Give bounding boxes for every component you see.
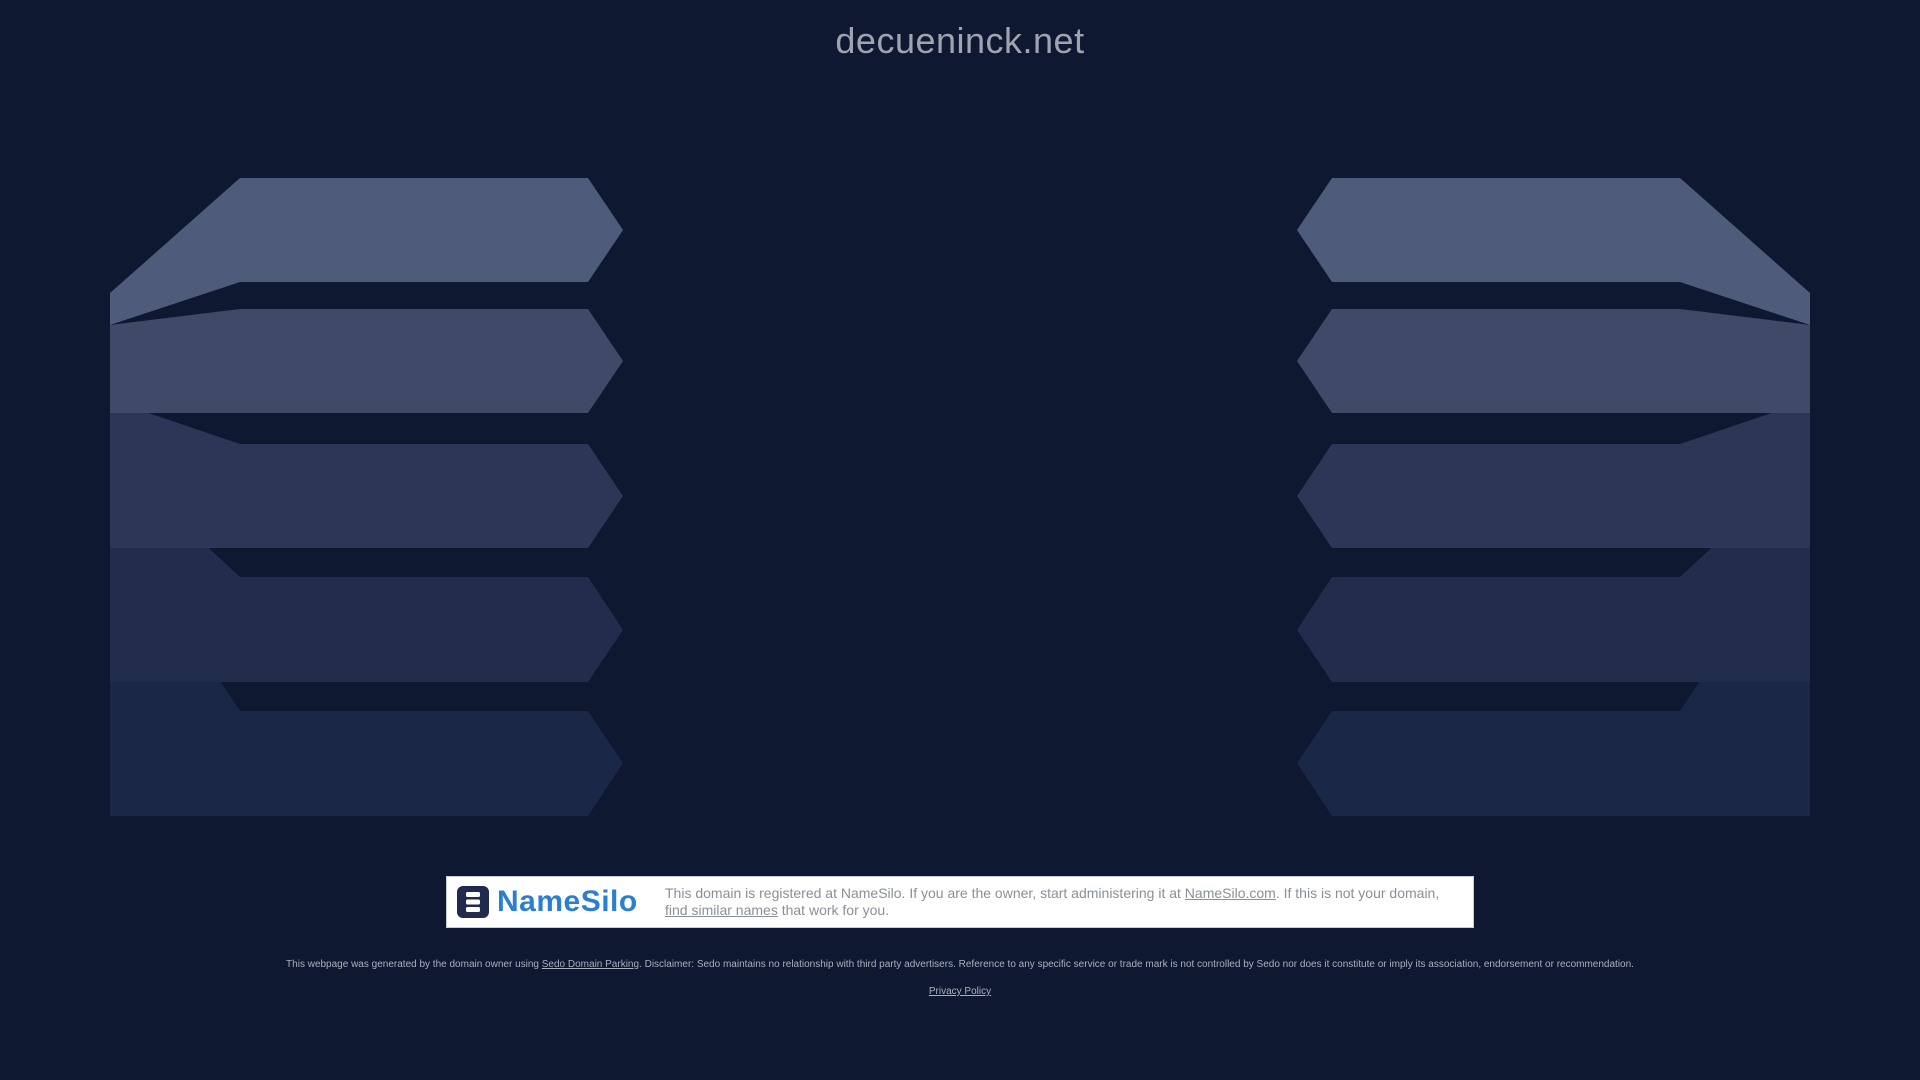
left-stack (110, 178, 623, 816)
left-slab-5 (240, 711, 623, 816)
logo-wordmark: NameSilo (497, 885, 638, 918)
disclaimer-text-part-2: . Disclaimer: Sedo maintains no relation… (639, 959, 1634, 970)
right-slab-5 (1297, 711, 1680, 816)
banner-text-part-1: This domain is registered at NameSilo. I… (665, 885, 1185, 901)
right-stack (1297, 178, 1810, 816)
right-slab-1 (1297, 178, 1680, 282)
sedo-domain-parking-link[interactable]: Sedo Domain Parking (542, 959, 639, 970)
banner-text-part-2: . If this is not your domain, (1275, 885, 1440, 901)
disclaimer-text-part-1: This webpage was generated by the domain… (286, 959, 542, 970)
right-slab-4 (1297, 577, 1680, 682)
namesilo-logo[interactable]: NameSilo (457, 885, 647, 919)
left-fan-3 (110, 400, 240, 548)
left-slab-1 (240, 178, 623, 282)
right-fan-1 (1680, 178, 1810, 325)
left-slab-4 (240, 577, 623, 682)
banner-message: This domain is registered at NameSilo. I… (665, 885, 1455, 919)
right-slab-2 (1297, 309, 1680, 413)
server-stack-icon (457, 886, 489, 918)
privacy-policy-link[interactable]: Privacy Policy (929, 986, 991, 997)
left-slab-3 (240, 444, 623, 548)
left-fan-2 (110, 309, 240, 413)
right-slab-3 (1297, 444, 1680, 548)
disclaimer: This webpage was generated by the domain… (0, 959, 1920, 970)
banner-text-part-3: that work for you. (777, 902, 890, 918)
privacy-policy-row: Privacy Policy (0, 986, 1920, 997)
left-slab-2 (240, 309, 623, 413)
find-similar-names-link[interactable]: find similar names (665, 902, 778, 918)
left-fan-1 (110, 178, 240, 325)
right-fan-2 (1680, 309, 1810, 413)
parking-page: decueninck.net NameSilo This domain is r… (0, 0, 1920, 1080)
right-fan-3 (1680, 400, 1810, 548)
registrar-banner: NameSilo This domain is registered at Na… (446, 876, 1474, 928)
namesilo-link[interactable]: NameSilo.com (1185, 885, 1276, 901)
